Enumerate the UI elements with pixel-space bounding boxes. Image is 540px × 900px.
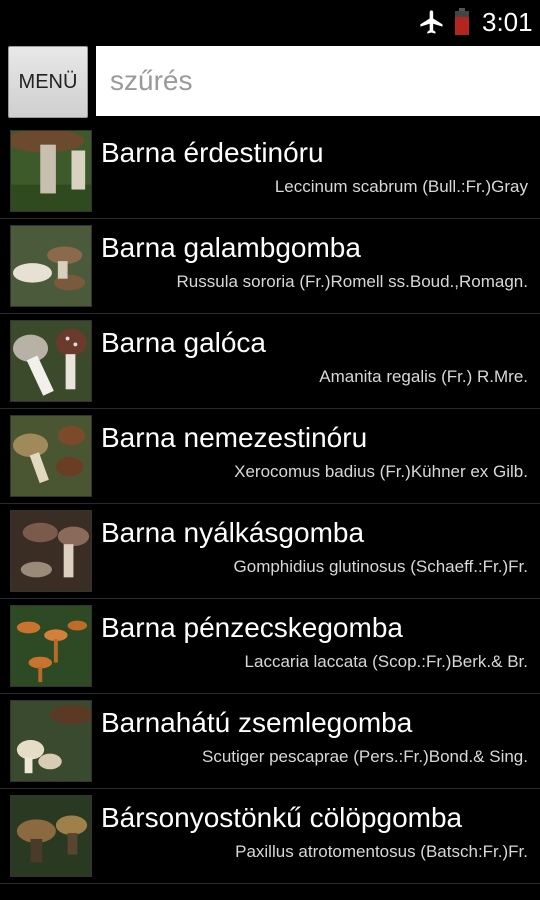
mushroom-latin-name: Gomphidius glutinosus (Schaeff.:Fr.)Fr.: [233, 557, 528, 576]
mushroom-name: Barna nyálkásgomba: [101, 517, 365, 548]
mushroom-latin-name: Scutiger pescaprae (Pers.:Fr.)Bond.& Sin…: [202, 747, 528, 766]
mushroom-name: Bársonyostönkű cölöpgomba: [101, 802, 463, 833]
mushroom-latin-name: Xerocomus badius (Fr.)Kühner ex Gilb.: [234, 462, 528, 481]
mushroom-thumbnail: [10, 320, 92, 402]
clock: 3:01: [482, 7, 533, 37]
list-item[interactable]: Bársonyostönkű cölöpgomba Paxillus atrot…: [0, 789, 540, 884]
list-item[interactable]: Barna pénzecskegomba Laccaria laccata (S…: [0, 599, 540, 694]
list-item[interactable]: Barnahátú zsemlegomba Scutiger pescaprae…: [0, 694, 540, 789]
mushroom-thumbnail: [10, 415, 92, 497]
mushroom-latin-name: Laccaria laccata (Scop.:Fr.)Berk.& Br.: [244, 652, 528, 671]
list-item[interactable]: Barna galóca Amanita regalis (Fr.) R.Mre…: [0, 314, 540, 409]
mushroom-name: Barna pénzecskegomba: [101, 612, 403, 643]
filter-input[interactable]: [96, 46, 540, 116]
mushroom-thumbnail: [10, 700, 92, 782]
mushroom-thumbnail: [10, 605, 92, 687]
mushroom-thumbnail: [10, 130, 92, 212]
airplane-icon: [418, 8, 446, 36]
battery-icon: [454, 8, 470, 36]
list-item[interactable]: Barna galambgomba Russula sororia (Fr.)R…: [0, 219, 540, 314]
mushroom-name: Barnahátú zsemlegomba: [101, 707, 413, 738]
mushroom-name: Barna galóca: [101, 327, 267, 358]
mushroom-latin-name: Leccinum scabrum (Bull.:Fr.)Gray: [274, 177, 528, 196]
menu-button[interactable]: MENÜ: [8, 46, 88, 118]
mushroom-name: Barna érdestinóru: [101, 137, 324, 168]
mushroom-latin-name: Amanita regalis (Fr.) R.Mre.: [319, 367, 528, 386]
list-item[interactable]: Barna nyálkásgomba Gomphidius glutinosus…: [0, 504, 540, 599]
mushroom-name: Barna nemezestinóru: [101, 422, 368, 453]
mushroom-latin-name: Paxillus atrotomentosus (Batsch:Fr.)Fr.: [235, 842, 528, 861]
mushroom-name: Barna galambgomba: [101, 232, 361, 263]
mushroom-thumbnail: [10, 510, 92, 592]
status-bar: 3:01: [0, 0, 540, 44]
list-item[interactable]: Barna érdestinóru Leccinum scabrum (Bull…: [0, 124, 540, 219]
list-item[interactable]: Barna nemezestinóru Xerocomus badius (Fr…: [0, 409, 540, 504]
mushroom-list: Barna érdestinóru Leccinum scabrum (Bull…: [0, 124, 540, 884]
mushroom-thumbnail: [10, 795, 92, 877]
mushroom-latin-name: Russula sororia (Fr.)Romell ss.Boud.,Rom…: [176, 272, 528, 291]
mushroom-thumbnail: [10, 225, 92, 307]
